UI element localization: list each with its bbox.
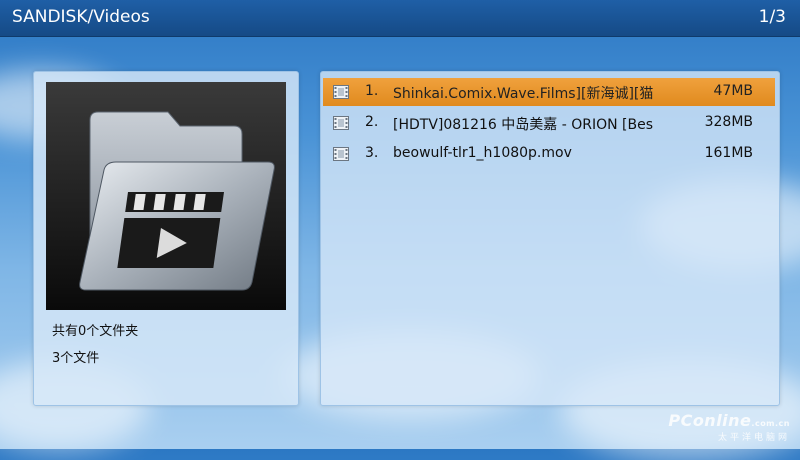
file-size: 47MB [713, 83, 754, 99]
file-row-2[interactable]: 2. [HDTV]081216 中岛美嘉 - ORION [Bes 328MB [323, 109, 775, 137]
file-index: 2. [365, 114, 379, 130]
file-size: 161MB [704, 145, 753, 161]
title-bar: SANDISK/Videos 1/3 [0, 0, 800, 37]
file-row-3[interactable]: 3. beowulf-tlr1_h1080p.mov 161MB [323, 140, 775, 168]
page-indicator: 1/3 [758, 7, 786, 27]
file-index: 1. [365, 83, 379, 99]
file-name: beowulf-tlr1_h1080p.mov [393, 145, 572, 161]
file-name: Shinkai.Comix.Wave.Films][新海诚][猫 [393, 86, 653, 102]
film-icon [333, 147, 349, 161]
film-icon [333, 85, 349, 99]
breadcrumb-path: SANDISK/Videos [12, 7, 150, 27]
watermark: PConline.com.cn 太平洋电脑网 [668, 411, 790, 443]
file-name: [HDTV]081216 中岛美嘉 - ORION [Bes [393, 117, 653, 133]
file-index: 3. [365, 145, 379, 161]
file-count-text: 3个文件 [52, 351, 100, 366]
film-icon [333, 116, 349, 130]
video-folder-icon [46, 82, 286, 310]
file-list: 1. Shinkai.Comix.Wave.Films][新海诚][猫 47MB… [320, 71, 780, 406]
preview-panel: 共有0个文件夹 3个文件 [33, 71, 299, 406]
folder-count-text: 共有0个文件夹 [52, 324, 139, 339]
file-row-1[interactable]: 1. Shinkai.Comix.Wave.Films][新海诚][猫 47MB [323, 78, 775, 106]
watermark-tagline: 太平洋电脑网 [717, 433, 790, 443]
file-size: 328MB [704, 114, 753, 130]
watermark-brand: PConline.com.cn [668, 411, 790, 430]
